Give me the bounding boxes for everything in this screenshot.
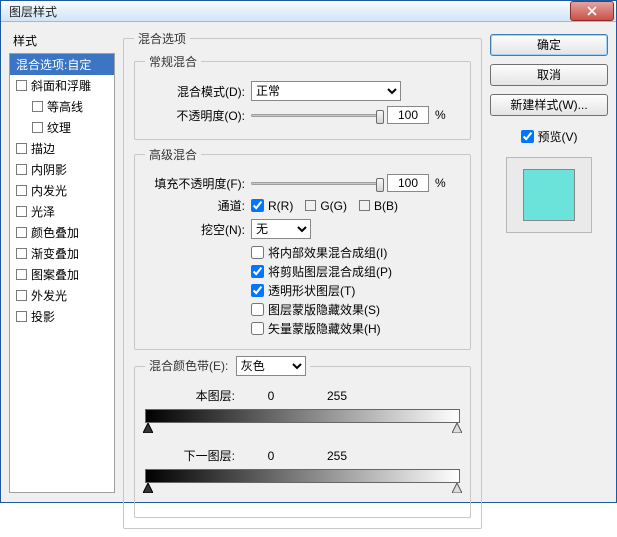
channel-r[interactable]: R(R) — [251, 199, 293, 213]
list-item[interactable]: 描边 — [10, 138, 114, 159]
window-title: 图层样式 — [9, 3, 570, 20]
blend-mode-select[interactable]: 正常 — [251, 81, 401, 101]
underlying-hi: 255 — [307, 449, 367, 463]
checkbox-icon[interactable] — [16, 269, 27, 280]
list-item[interactable]: 图案叠加 — [10, 264, 114, 285]
checkbox-icon[interactable] — [16, 227, 27, 238]
advanced-option[interactable]: 将内部效果混合成组(I) — [251, 244, 387, 261]
checkbox-icon[interactable] — [16, 206, 27, 217]
this-layer-label: 本图层: — [145, 387, 235, 404]
general-blend-group: 常规混合 混合模式(D): 正常 不透明度(O): 100 % — [134, 53, 471, 140]
fill-opacity-label: 填充不透明度(F): — [145, 175, 245, 192]
advanced-blend-title: 高级混合 — [145, 146, 201, 163]
list-item-label: 内阴影 — [31, 161, 67, 178]
checkbox-icon[interactable] — [16, 164, 27, 175]
general-blend-title: 常规混合 — [145, 53, 201, 70]
blend-if-group: 混合颜色带(E): 灰色 本图层: 0 255 — [134, 356, 471, 518]
checkbox-icon[interactable] — [16, 143, 27, 154]
opacity-unit: % — [435, 108, 451, 122]
advanced-option[interactable]: 矢量蒙版隐藏效果(H) — [251, 320, 381, 337]
advanced-option[interactable]: 图层蒙版隐藏效果(S) — [251, 301, 380, 318]
checkbox-icon[interactable] — [32, 122, 43, 133]
list-item-label: 等高线 — [47, 98, 83, 115]
list-item[interactable]: 颜色叠加 — [10, 222, 114, 243]
list-item[interactable]: 内发光 — [10, 180, 114, 201]
fill-opacity-slider[interactable] — [251, 176, 381, 190]
advanced-option[interactable]: 透明形状图层(T) — [251, 282, 355, 299]
blend-if-legend: 混合颜色带(E): 灰色 — [145, 356, 310, 376]
channels-label: 通道: — [145, 197, 245, 214]
this-layer-lo: 0 — [241, 389, 301, 403]
close-button[interactable] — [570, 1, 614, 21]
checkbox-icon[interactable] — [16, 311, 27, 322]
list-item[interactable]: 纹理 — [10, 117, 114, 138]
blend-mode-label: 混合模式(D): — [145, 83, 245, 100]
channel-g[interactable]: G(G) — [305, 199, 347, 213]
list-item-label: 颜色叠加 — [31, 224, 79, 241]
layer-style-dialog: 图层样式 样式 混合选项:自定斜面和浮雕等高线纹理描边内阴影内发光光泽颜色叠加渐… — [0, 0, 617, 503]
list-item[interactable]: 混合选项:自定 — [10, 54, 114, 75]
blend-if-select[interactable]: 灰色 — [236, 356, 306, 376]
styles-list[interactable]: 混合选项:自定斜面和浮雕等高线纹理描边内阴影内发光光泽颜色叠加渐变叠加图案叠加外… — [9, 53, 115, 493]
knockout-select[interactable]: 无 — [251, 219, 311, 239]
ok-button[interactable]: 确定 — [490, 34, 608, 56]
list-item-label: 描边 — [31, 140, 55, 157]
advanced-option[interactable]: 将剪贴图层混合成组(P) — [251, 263, 392, 280]
blend-options-group: 混合选项 常规混合 混合模式(D): 正常 不透明度(O): — [123, 30, 482, 529]
this-layer-hi: 255 — [307, 389, 367, 403]
titlebar: 图层样式 — [1, 1, 616, 22]
dialog-body: 样式 混合选项:自定斜面和浮雕等高线纹理描边内阴影内发光光泽颜色叠加渐变叠加图案… — [1, 22, 616, 537]
checkbox-icon[interactable] — [16, 290, 27, 301]
list-item-label: 投影 — [31, 308, 55, 325]
list-item-label: 渐变叠加 — [31, 245, 79, 262]
checkbox-icon[interactable] — [16, 248, 27, 259]
cancel-button[interactable]: 取消 — [490, 64, 608, 86]
checkbox-icon[interactable] — [16, 80, 27, 91]
new-style-button[interactable]: 新建样式(W)... — [490, 94, 608, 116]
list-item[interactable]: 光泽 — [10, 201, 114, 222]
list-item[interactable]: 渐变叠加 — [10, 243, 114, 264]
styles-heading: 样式 — [9, 30, 115, 53]
list-item[interactable]: 等高线 — [10, 96, 114, 117]
list-item-label: 纹理 — [47, 119, 71, 136]
fill-opacity-value[interactable]: 100 — [387, 174, 429, 192]
this-layer-band[interactable] — [145, 409, 460, 435]
options-panel: 混合选项 常规混合 混合模式(D): 正常 不透明度(O): — [123, 30, 482, 529]
checkbox-icon[interactable] — [16, 185, 27, 196]
channel-b[interactable]: B(B) — [359, 199, 398, 213]
list-item[interactable]: 内阴影 — [10, 159, 114, 180]
underlying-lo: 0 — [241, 449, 301, 463]
styles-panel: 样式 混合选项:自定斜面和浮雕等高线纹理描边内阴影内发光光泽颜色叠加渐变叠加图案… — [9, 30, 115, 529]
blend-options-title: 混合选项 — [134, 30, 190, 47]
opacity-slider[interactable] — [251, 108, 381, 122]
advanced-blend-group: 高级混合 填充不透明度(F): 100 % 通道: R(R) G(G) B(B) — [134, 146, 471, 350]
underlying-label: 下一图层: — [145, 447, 235, 464]
underlying-band[interactable] — [145, 469, 460, 495]
preview-swatch — [523, 169, 575, 221]
list-item-label: 外发光 — [31, 287, 67, 304]
fill-opacity-unit: % — [435, 176, 451, 190]
knockout-label: 挖空(N): — [145, 221, 245, 238]
list-item-label: 混合选项:自定 — [16, 56, 91, 73]
opacity-value[interactable]: 100 — [387, 106, 429, 124]
checkbox-icon[interactable] — [32, 101, 43, 112]
list-item[interactable]: 斜面和浮雕 — [10, 75, 114, 96]
close-icon — [587, 6, 597, 16]
preview-box — [506, 157, 592, 233]
list-item-label: 内发光 — [31, 182, 67, 199]
list-item[interactable]: 投影 — [10, 306, 114, 327]
opacity-label: 不透明度(O): — [145, 107, 245, 124]
list-item-label: 斜面和浮雕 — [31, 77, 91, 94]
list-item[interactable]: 外发光 — [10, 285, 114, 306]
list-item-label: 图案叠加 — [31, 266, 79, 283]
buttons-panel: 确定 取消 新建样式(W)... 预览(V) — [490, 30, 608, 529]
preview-toggle[interactable]: 预览(V) — [521, 128, 578, 145]
list-item-label: 光泽 — [31, 203, 55, 220]
